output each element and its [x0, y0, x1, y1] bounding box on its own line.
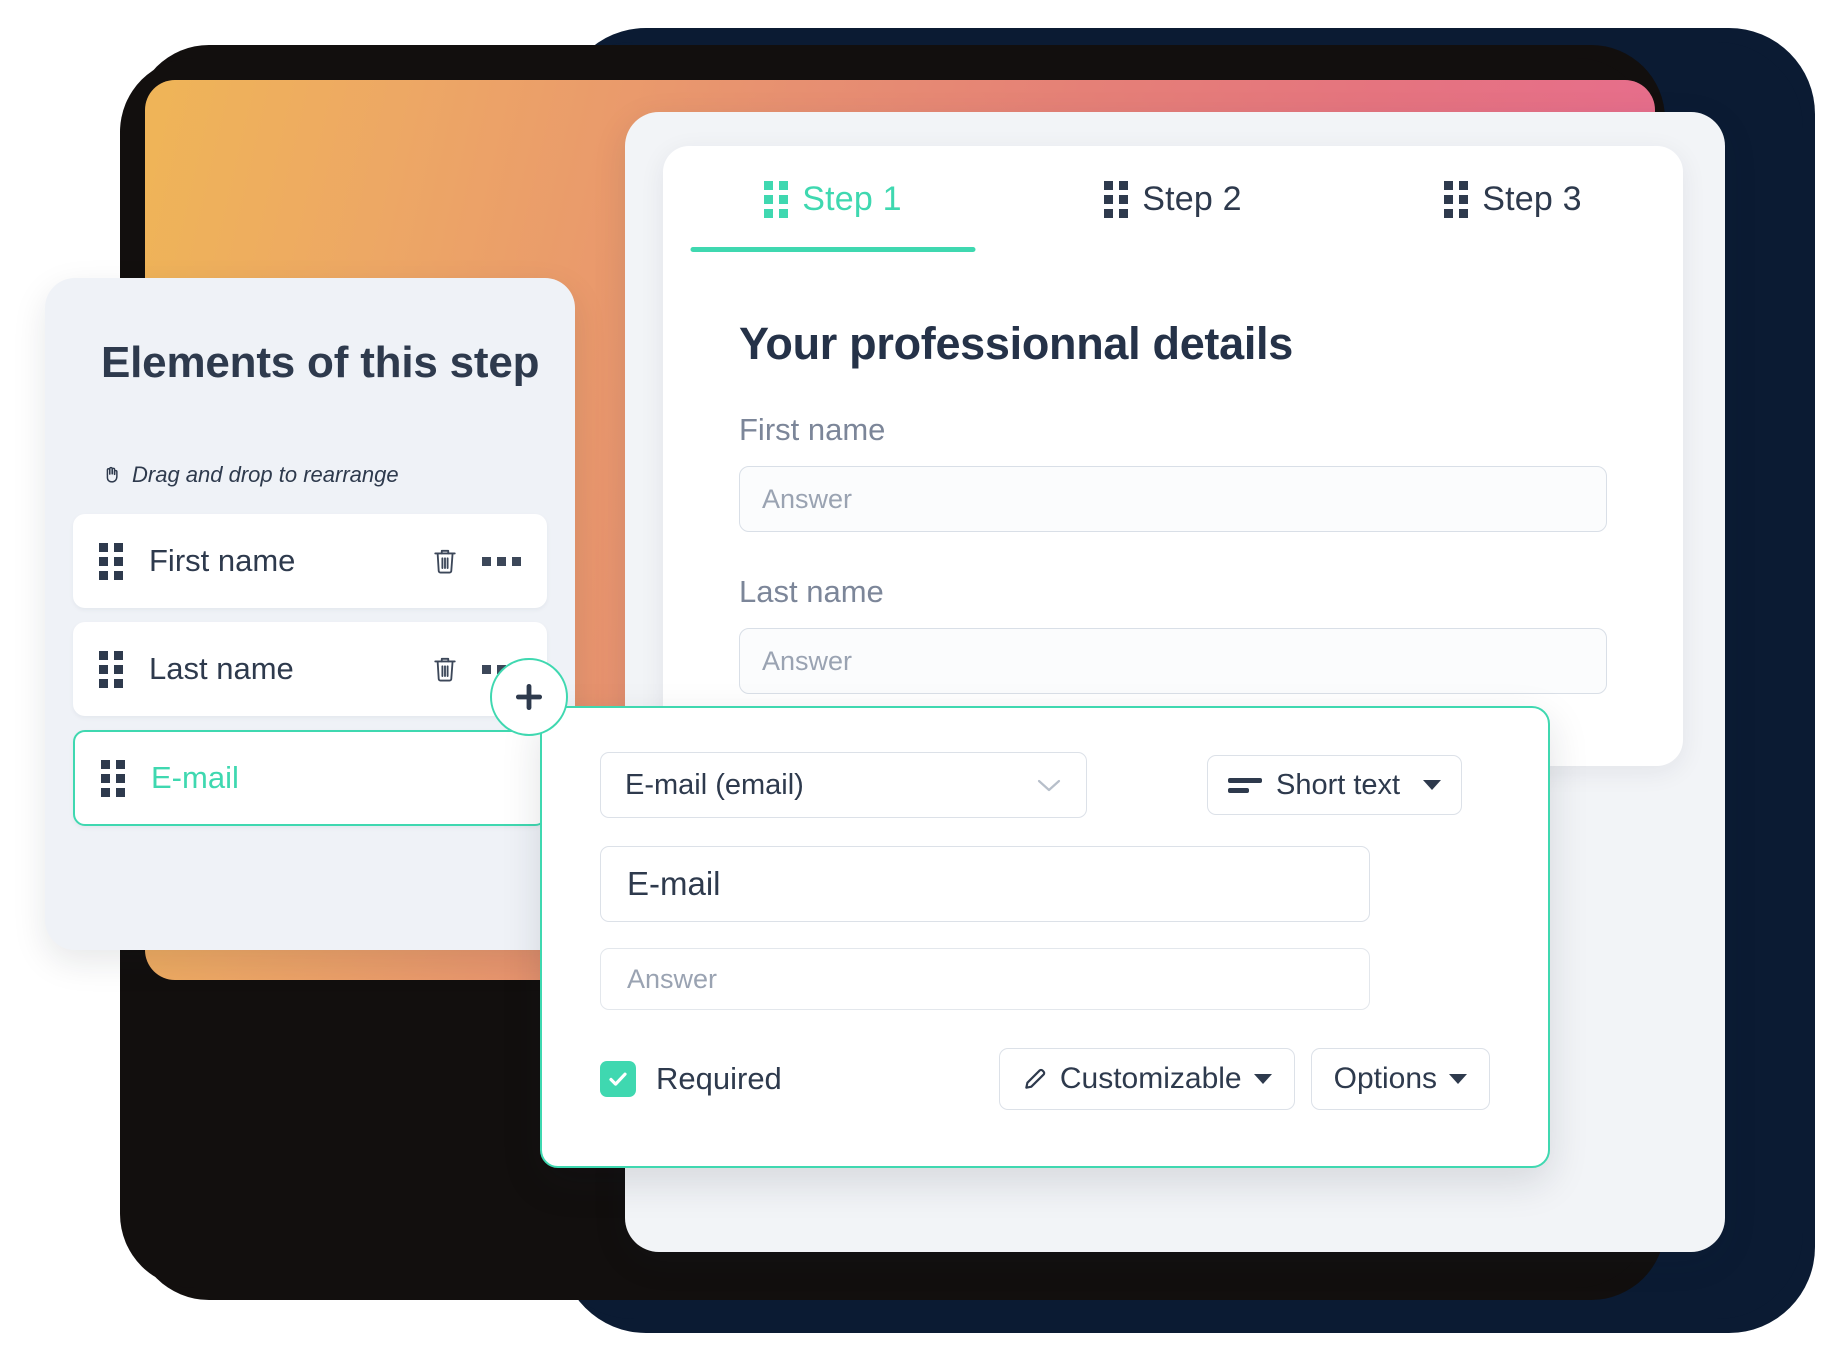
- chevron-down-icon: [1037, 779, 1061, 792]
- required-checkbox[interactable]: [600, 1061, 636, 1097]
- field-first-name: First name Answer: [739, 412, 1607, 532]
- customizable-button[interactable]: Customizable: [998, 1048, 1295, 1110]
- short-text-icon: [1228, 777, 1262, 793]
- plus-icon: [515, 683, 543, 711]
- elements-panel-title: Elements of this step: [101, 338, 540, 387]
- tab-step-1-label: Step 1: [802, 179, 902, 218]
- field-first-name-input[interactable]: Answer: [739, 466, 1607, 532]
- trash-icon[interactable]: [432, 654, 458, 684]
- list-item[interactable]: Last name: [73, 622, 547, 716]
- caret-down-icon: [1423, 780, 1441, 790]
- caret-down-icon: [1449, 1074, 1467, 1084]
- field-first-name-label: First name: [739, 412, 886, 447]
- required-label: Required: [656, 1061, 782, 1096]
- hand-icon: [106, 466, 118, 483]
- element-type-select[interactable]: E-mail (email): [600, 752, 1087, 818]
- field-last-name-input[interactable]: Answer: [739, 628, 1607, 694]
- trash-icon[interactable]: [432, 546, 458, 576]
- ellipsis-icon[interactable]: [482, 556, 521, 566]
- grip-icon[interactable]: [101, 759, 125, 797]
- grip-icon: [1444, 180, 1469, 218]
- drag-hint: Drag and drop to rearrange: [73, 388, 547, 488]
- list-item-label: Last name: [149, 651, 294, 686]
- list-item-label: E-mail: [151, 760, 239, 795]
- check-icon: [609, 1072, 627, 1086]
- tab-step-3-label: Step 3: [1482, 179, 1582, 218]
- page-title: Your professionnal details: [739, 318, 1293, 369]
- caret-down-icon: [1253, 1074, 1272, 1084]
- tab-step-2[interactable]: Step 2: [1003, 146, 1343, 252]
- editor-top-row: E-mail (email) Short text: [600, 752, 1490, 818]
- editor-bottom-row: Required Customizable Options: [600, 1048, 1490, 1110]
- element-type-value: E-mail (email): [625, 768, 804, 801]
- list-item[interactable]: First name: [73, 514, 547, 608]
- options-button-label: Options: [1333, 1062, 1437, 1095]
- form-preview-card: Step 1 Step 2 Step 3 Your professionnal …: [663, 146, 1683, 766]
- field-last-name-label: Last name: [739, 574, 884, 609]
- drag-hint-label: Drag and drop to rearrange: [132, 462, 399, 487]
- element-editor-panel: E-mail (email) Short text E-mail Answer …: [540, 706, 1550, 1168]
- grip-icon[interactable]: [99, 650, 123, 688]
- customizable-button-label: Customizable: [1059, 1062, 1242, 1095]
- list-item[interactable]: E-mail: [73, 730, 547, 826]
- element-answer-preview[interactable]: Answer: [600, 948, 1370, 1010]
- add-element-button[interactable]: [490, 658, 568, 736]
- screenshot-stage: Step 1 Step 2 Step 3 Your professionnal …: [0, 0, 1840, 1362]
- tab-step-3[interactable]: Step 3: [1343, 146, 1683, 252]
- grip-icon[interactable]: [99, 542, 123, 580]
- element-format-value: Short text: [1276, 768, 1401, 801]
- tab-step-2-label: Step 2: [1142, 179, 1242, 218]
- form-body: Your professionnal details First name An…: [663, 252, 1683, 766]
- step-tabs: Step 1 Step 2 Step 3: [663, 146, 1683, 252]
- elements-list: First name Last name E-mail: [73, 514, 547, 826]
- grip-icon: [764, 180, 789, 218]
- elements-panel: Elements of this step Drag and drop to r…: [45, 278, 575, 950]
- pencil-icon: [1025, 1068, 1046, 1089]
- field-last-name: Last name Answer: [739, 574, 1607, 694]
- element-label-input[interactable]: E-mail: [600, 846, 1370, 922]
- options-button[interactable]: Options: [1310, 1048, 1490, 1110]
- element-format-select[interactable]: Short text: [1207, 755, 1462, 815]
- list-item-label: First name: [149, 543, 296, 578]
- tab-step-1[interactable]: Step 1: [663, 146, 1003, 252]
- grip-icon: [1104, 180, 1129, 218]
